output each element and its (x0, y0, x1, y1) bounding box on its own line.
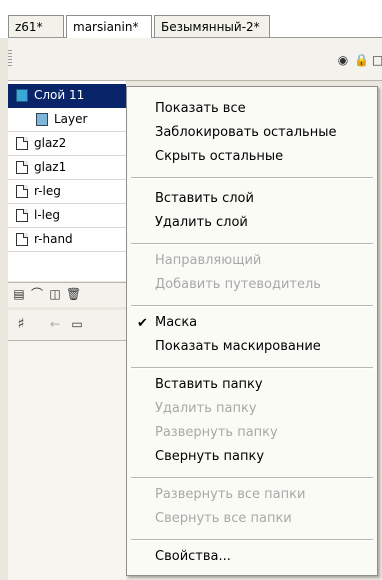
new-folder-icon[interactable]: ◫ (48, 287, 62, 301)
layer-label: l-leg (34, 208, 60, 222)
tab-unnamed-2[interactable]: Безымянный-2* (154, 15, 270, 37)
layer-row-layer[interactable]: Layer (8, 108, 126, 132)
layer-icon (16, 137, 28, 150)
tab-marsianin[interactable]: marsianin* (66, 15, 152, 38)
menu-item-show-all[interactable]: Показать все (155, 101, 246, 116)
menu-separator (131, 367, 373, 369)
layer-row-r-leg[interactable]: r-leg (8, 180, 126, 204)
layer-label: r-hand (34, 232, 73, 246)
menu-item-collapse-folder[interactable]: Свернуть папку (155, 449, 264, 464)
checkmark-icon: ✔ (137, 316, 148, 331)
clapper-icon[interactable]: ▭ (70, 317, 84, 331)
layer-tools-bar: ▤ ⌒ ◫ 🗑 (8, 282, 126, 307)
new-layer-icon[interactable]: ▤ (12, 287, 26, 301)
add-guide-icon[interactable]: ⌒ (30, 287, 44, 301)
menu-item-properties[interactable]: Свойства... (155, 549, 231, 564)
menu-item-expand-folder[interactable]: Развернуть папку (155, 425, 278, 440)
menu-item-mask[interactable]: Маска (155, 315, 197, 330)
masked-layer-icon (36, 113, 48, 126)
mask-layer-icon (16, 89, 28, 102)
layer-icon (16, 161, 28, 174)
menu-item-collapse-all-folders[interactable]: Свернуть все папки (155, 511, 292, 526)
layer-row-sloi-11[interactable]: Слой 11 (8, 84, 126, 108)
menu-separator (131, 243, 373, 245)
layer-label: glaz1 (34, 160, 67, 174)
layer-icon (16, 233, 28, 246)
menu-separator (131, 177, 373, 179)
menu-item-insert-layer[interactable]: Вставить слой (155, 191, 254, 206)
menu-item-insert-folder[interactable]: Вставить папку (155, 377, 263, 392)
outline-icon[interactable]: □ (372, 53, 382, 67)
back-arrow-icon[interactable]: ← (48, 317, 62, 331)
panel-grip-handle[interactable] (8, 50, 12, 66)
tab-z61[interactable]: z61* (8, 15, 64, 37)
menu-item-show-masking[interactable]: Показать маскирование (155, 339, 321, 354)
layer-label: Слой 11 (34, 88, 85, 102)
document-tab-bar: z61* marsianin* Безымянный-2* (0, 0, 382, 38)
layer-icon (16, 185, 28, 198)
menu-item-guide[interactable]: Направляющий (155, 253, 261, 268)
timeline-header (8, 38, 382, 81)
menu-item-delete-layer[interactable]: Удалить слой (155, 215, 248, 230)
trash-icon[interactable]: 🗑 (66, 287, 81, 301)
menu-item-lock-others[interactable]: Заблокировать остальные (155, 125, 336, 140)
edit-tools-row: ♯ ← ▭ (8, 310, 126, 341)
menu-item-add-motion-guide[interactable]: Добавить путеводитель (155, 277, 321, 292)
menu-separator (131, 305, 373, 307)
menu-item-expand-all-folders[interactable]: Развернуть все папки (155, 487, 305, 502)
layer-row-glaz1[interactable]: glaz1 (8, 156, 126, 180)
lock-icon[interactable]: 🔒 (354, 53, 369, 67)
layer-label: Layer (54, 112, 88, 126)
layer-context-menu: Показать все Заблокировать остальные Скр… (126, 86, 378, 576)
menu-item-delete-folder[interactable]: Удалить папку (155, 401, 257, 416)
menu-separator (131, 539, 373, 541)
layer-label: r-leg (34, 184, 61, 198)
layer-icon (16, 209, 28, 222)
eye-icon[interactable]: ◉ (336, 53, 350, 67)
menu-item-hide-others[interactable]: Скрыть остальные (155, 149, 283, 164)
layer-row-r-hand[interactable]: r-hand (8, 228, 126, 252)
edit-scene-icon[interactable]: ♯ (14, 317, 28, 331)
layer-label: glaz2 (34, 136, 67, 150)
stage-area (8, 341, 126, 580)
menu-separator (131, 477, 373, 479)
layer-row-glaz2[interactable]: glaz2 (8, 132, 126, 156)
layer-row-l-leg[interactable]: l-leg (8, 204, 126, 228)
